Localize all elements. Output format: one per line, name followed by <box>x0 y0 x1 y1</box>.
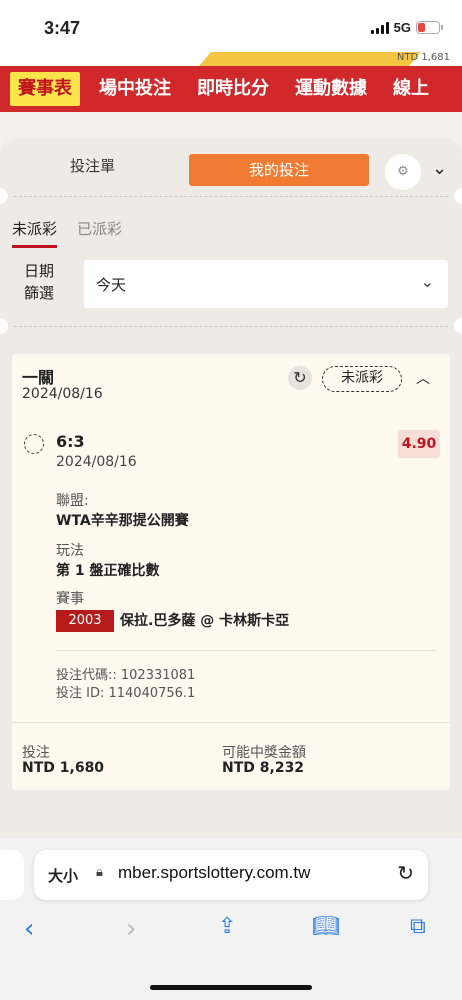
battery-level: 7 <box>425 21 431 32</box>
signal-icon <box>370 21 389 34</box>
potential-win-label: 可能中獎金額 <box>222 745 306 761</box>
tabs-icon[interactable]: ⧉ <box>410 914 426 939</box>
ticket-notch-right <box>454 318 462 334</box>
previous-tab-peek[interactable] <box>0 850 24 900</box>
market-label: 玩法 <box>56 543 84 559</box>
nav-item-online[interactable]: 線上 <box>380 72 442 106</box>
league-value: WTA辛辛那提公開賽 <box>56 513 189 529</box>
bet-id: 投注 ID: 114040756.1 <box>56 686 196 701</box>
chevron-up-icon[interactable]: ︿ <box>416 368 430 388</box>
address-bar[interactable]: 大小 🔒︎ mber.sportslottery.com.tw ↻ <box>34 850 428 900</box>
divider <box>14 326 448 327</box>
tab-settled[interactable]: 已派彩 <box>77 218 122 248</box>
event-label: 賽事 <box>56 591 84 607</box>
nav-item-schedule[interactable]: 賽事表 <box>10 72 80 106</box>
tab-my-bets[interactable]: 我的投注 <box>189 154 369 186</box>
bet-panel: 投注單 我的投注 ⚙ ⌄ 未派彩 已派彩 日期篩選 今天 ⌄ 一關 2024/0… <box>0 138 462 838</box>
bet-type: 一關 <box>22 368 55 387</box>
settlement-tabs: 未派彩 已派彩 <box>12 218 122 248</box>
status-time: 3:47 <box>44 18 81 38</box>
status-badge: 未派彩 <box>322 366 402 392</box>
date-filter-select[interactable]: 今天 ⌄ <box>84 260 448 308</box>
divider <box>12 722 450 723</box>
share-icon[interactable]: ⇪ <box>218 914 236 939</box>
chevron-down-icon[interactable]: ⌄ <box>432 158 447 179</box>
tab-bet-slip[interactable]: 投注單 <box>70 155 115 176</box>
tab-unsettled[interactable]: 未派彩 <box>12 218 58 248</box>
bet-code: 投注代碼:: 102331081 <box>56 668 196 683</box>
date-filter-label: 日期篩選 <box>24 262 55 302</box>
odds-badge: 4.90 <box>398 430 440 458</box>
balance-strip: NTD 1,681 <box>0 52 462 66</box>
lock-icon: 🔒︎ <box>96 865 103 880</box>
panel-header: 投注單 我的投注 ⚙ ⌄ <box>0 148 462 198</box>
bookmarks-icon[interactable]: 📖︎ <box>312 914 340 939</box>
forward-icon[interactable]: › <box>126 914 136 944</box>
bet-card: 一關 2024/08/16 ↻ 未派彩 ︿ 6:3 2024/08/16 4.9… <box>12 354 450 790</box>
ticket-notch-right <box>454 188 462 204</box>
league-label: 聯盟: <box>56 493 89 509</box>
strip-balance: NTD 1,681 <box>396 52 450 63</box>
pending-icon <box>24 434 44 454</box>
nav-item-live-scores[interactable]: 即時比分 <box>184 72 282 106</box>
text-size-button[interactable]: 大小 <box>48 865 78 886</box>
url-text[interactable]: mber.sportslottery.com.tw <box>118 863 310 883</box>
market-value: 第 1 盤正確比數 <box>56 563 160 579</box>
selection-score: 6:3 <box>56 432 85 451</box>
status-bar: 3:47 5G 7 <box>0 0 462 52</box>
refresh-icon[interactable]: ↻ <box>288 366 312 390</box>
reload-icon[interactable]: ↻ <box>397 861 414 885</box>
nav-item-live-betting[interactable]: 場中投注 <box>86 72 184 106</box>
status-right: 5G 7 <box>370 20 443 35</box>
divider <box>14 196 448 197</box>
browser-chrome: 大小 🔒︎ mber.sportslottery.com.tw ↻ ‹ › ⇪ … <box>0 838 462 1000</box>
network-label: 5G <box>393 20 411 35</box>
bet-date: 2024/08/16 <box>22 386 103 402</box>
event-code: 2003 <box>56 610 114 632</box>
divider <box>56 650 436 651</box>
back-icon[interactable]: ‹ <box>24 914 34 944</box>
nav-item-sports-data[interactable]: 運動數據 <box>282 72 380 106</box>
date-filter-row: 日期篩選 今天 ⌄ <box>0 260 462 320</box>
strip-accent <box>199 52 421 66</box>
stake-value: NTD 1,680 <box>22 760 105 776</box>
stake-label: 投注 <box>22 745 50 761</box>
date-filter-value: 今天 <box>96 276 127 294</box>
browser-toolbar: ‹ › ⇪ 📖︎ ⧉ <box>0 914 462 954</box>
potential-win-value: NTD 8,232 <box>222 760 305 776</box>
gear-icon[interactable]: ⚙ <box>385 154 421 190</box>
battery-icon: 7 <box>416 21 443 34</box>
selection-date: 2024/08/16 <box>56 454 137 470</box>
event-name: 保拉.巴多薩 @ 卡林斯卡亞 <box>120 613 290 629</box>
main-nav: 賽事表 場中投注 即時比分 運動數據 線上 <box>0 66 462 112</box>
chevron-down-icon: ⌄ <box>420 272 434 291</box>
ticket-notch-left <box>0 318 8 334</box>
home-indicator <box>150 985 312 990</box>
